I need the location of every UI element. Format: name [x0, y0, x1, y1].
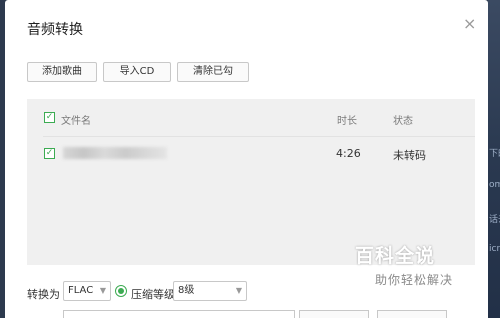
watermark-title: 百科全说	[355, 245, 436, 267]
import-cd-button[interactable]: 导入CD	[103, 62, 171, 82]
background-text-fragment: om	[489, 180, 500, 190]
radio-dot	[118, 288, 124, 294]
background-window-edge: 下的 om 话去 icr	[488, 0, 500, 318]
convert-to-label: 转换为	[27, 288, 60, 301]
change-directory-button[interactable]	[299, 310, 369, 318]
close-icon[interactable]: ×	[463, 16, 476, 32]
row-checkbox[interactable]: ✓	[44, 148, 55, 159]
format-select[interactable]: FLAC ▼	[63, 281, 111, 301]
chevron-down-icon: ▼	[235, 286, 242, 295]
file-list-header: ✓ 文件名 时长 状态	[27, 99, 475, 137]
select-all-checkbox[interactable]: ✓	[44, 112, 55, 123]
output-row-cropped	[27, 310, 477, 318]
open-directory-button[interactable]	[377, 310, 447, 318]
watermark-subtitle: 助你轻松解决	[375, 273, 454, 287]
row-duration: 4:26	[336, 147, 361, 160]
compression-radio[interactable]	[115, 285, 127, 297]
column-header-duration: 时长	[337, 116, 357, 127]
column-header-filename: 文件名	[61, 116, 91, 127]
dialog-title: 音频转换	[27, 22, 83, 38]
output-path-input[interactable]	[63, 310, 295, 318]
background-text-fragment: 话去	[489, 215, 500, 225]
chevron-down-icon: ▼	[99, 286, 106, 295]
background-text-fragment: 下的	[489, 149, 500, 159]
background-text-fragment: icr	[489, 244, 500, 254]
compression-level-select[interactable]: 8级 ▼	[173, 281, 247, 301]
format-value: FLAC	[68, 285, 94, 296]
compression-label: 压缩等级	[131, 288, 175, 301]
add-song-button[interactable]: 添加歌曲	[27, 62, 97, 82]
row-status: 未转码	[393, 149, 426, 162]
clear-checked-button[interactable]: 清除已勾	[177, 62, 249, 82]
compression-level-value: 8级	[178, 285, 195, 296]
column-header-status: 状态	[393, 116, 413, 127]
blurred-filename	[63, 147, 167, 159]
header-divider	[43, 136, 475, 137]
audio-convert-dialog: 音频转换 × 添加歌曲 导入CD 清除已勾 ✓ 文件名 时长 状态 ✓ 4:26…	[5, 0, 488, 318]
